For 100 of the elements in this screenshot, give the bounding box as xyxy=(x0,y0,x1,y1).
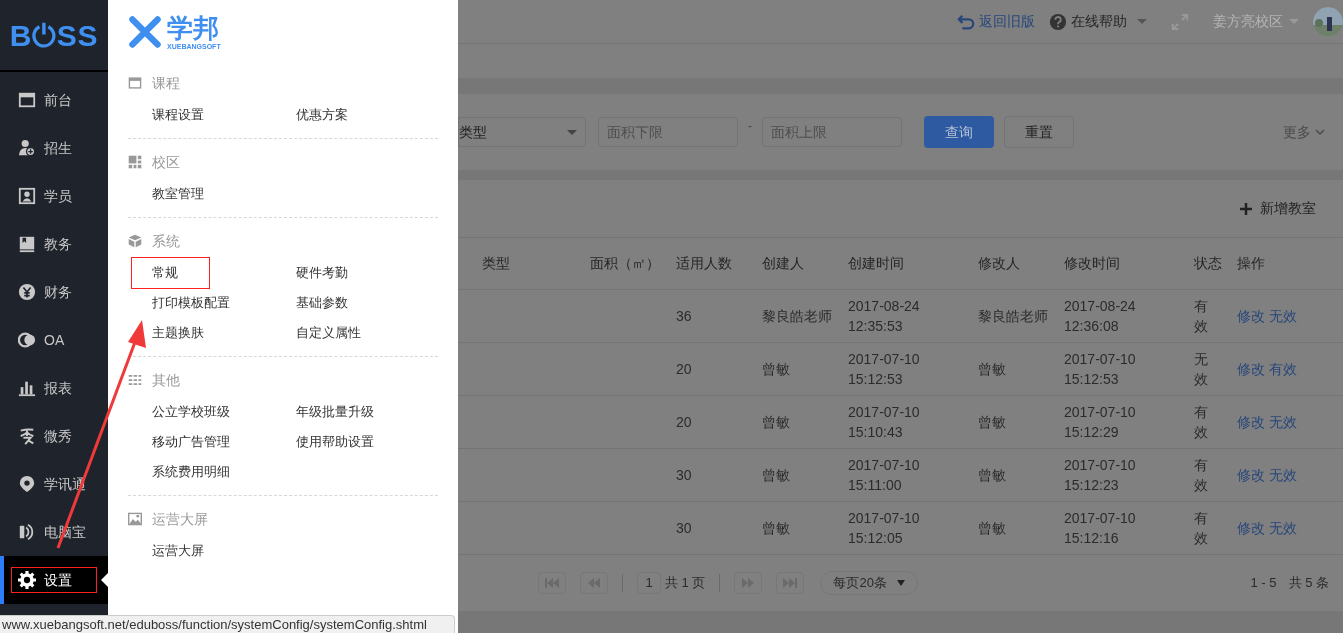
column-header: 创建人 xyxy=(762,254,805,273)
column-header: 创建时间 xyxy=(848,254,905,273)
help-icon xyxy=(1049,12,1067,31)
record-range: 1 - 5 xyxy=(1250,574,1277,593)
menu-link[interactable]: 优惠方案 xyxy=(296,100,440,130)
menu-link[interactable]: 年级批量升级 xyxy=(296,397,440,427)
menu-link[interactable]: 主题换肤 xyxy=(152,318,296,348)
table-cell-text: 曾敏 xyxy=(978,519,1007,538)
section-title: 其他 xyxy=(152,370,180,390)
speaker-icon xyxy=(18,523,36,541)
page-count: 共 1 页 xyxy=(665,574,706,593)
table-cell-text: 黎良皓老师 xyxy=(978,307,1049,326)
sidebar-item[interactable]: 财务 xyxy=(0,268,108,316)
table-cell-text: 2017-07-10 15:12:53 xyxy=(848,350,921,389)
section-title: 运营大屏 xyxy=(152,509,208,529)
table-cell-text: 2017-07-10 15:12:53 xyxy=(1064,350,1137,389)
column-header: 面积（㎡） xyxy=(590,254,661,273)
column-header: 状态 xyxy=(1194,254,1223,273)
menu-link[interactable]: 打印模板配置 xyxy=(152,288,296,318)
settings-icon xyxy=(18,571,36,589)
calendar-icon xyxy=(128,76,142,90)
column-header: 修改时间 xyxy=(1064,254,1121,273)
menu-link[interactable]: 基础参数 xyxy=(296,288,440,318)
yen-icon xyxy=(18,283,36,301)
range-dash: - xyxy=(748,118,752,135)
table-cell-text: 20 xyxy=(676,413,693,432)
caret-icon xyxy=(567,129,577,135)
sliders-icon xyxy=(128,373,142,387)
calendar-icon xyxy=(18,91,36,109)
table-cell-text: 2017-07-10 15:12:29 xyxy=(1064,403,1137,442)
column-header: 适用人数 xyxy=(676,254,733,273)
sidebar-item[interactable]: 微秀 xyxy=(0,412,108,460)
table-cell-text: 36 xyxy=(676,307,693,326)
table-cell-text: 30 xyxy=(676,519,693,538)
person-add-icon xyxy=(18,139,36,157)
table-cell-text: 有效 xyxy=(1194,403,1209,442)
book-icon xyxy=(18,235,36,253)
sidebar-item[interactable]: 招生 xyxy=(0,124,108,172)
reset-button[interactable]: 重置 xyxy=(1004,116,1074,148)
sidebar-item[interactable]: 教务 xyxy=(0,220,108,268)
table-cell-text: 曾敏 xyxy=(762,519,791,538)
type-select[interactable]: 类型 xyxy=(458,117,586,147)
location-pin-icon xyxy=(18,475,36,493)
menu-link[interactable]: 移动广告管理 xyxy=(152,427,296,457)
table-cell-text: 无效 xyxy=(1194,350,1209,389)
menu-link[interactable]: 运营大屏 xyxy=(152,536,296,566)
undo-icon xyxy=(957,12,975,31)
table-cell-text: 有效 xyxy=(1194,509,1209,548)
sidebar-item[interactable]: 报表 xyxy=(0,364,108,412)
search-button[interactable]: 查询 xyxy=(924,116,994,148)
x-logo-icon xyxy=(127,14,163,50)
menu-link[interactable]: 使用帮助设置 xyxy=(296,427,440,457)
fullscreen-icon[interactable] xyxy=(1171,12,1189,31)
sidebar-item[interactable]: OA xyxy=(0,316,108,364)
table-cell-text: 2017-07-10 15:10:43 xyxy=(848,403,921,442)
table-cell-text: 黎良皓老师 xyxy=(762,307,833,326)
sidebar-item[interactable]: 学员 xyxy=(0,172,108,220)
image-icon xyxy=(128,512,142,526)
help-menu[interactable]: 在线帮助 xyxy=(1049,11,1147,32)
grid-icon xyxy=(128,155,142,169)
table-cell-text: 曾敏 xyxy=(978,360,1007,379)
table-cell-text: 2017-07-10 15:12:23 xyxy=(1064,456,1137,495)
menu-link[interactable]: 自定义属性 xyxy=(296,318,440,348)
chevron-down-icon xyxy=(1315,127,1325,137)
table-cell-text: 2017-08-24 12:35:53 xyxy=(848,297,921,336)
section-title: 系统 xyxy=(152,231,180,251)
page-number-field[interactable]: 1 xyxy=(637,572,661,594)
cube-icon xyxy=(128,234,142,248)
table-cell-text: 2017-08-24 12:36:08 xyxy=(1064,297,1137,336)
add-classroom-button[interactable]: 新增教室 xyxy=(1240,198,1316,219)
table-cell-text: 20 xyxy=(676,360,693,379)
menu-link[interactable]: 系统费用明细 xyxy=(152,457,296,487)
sidebar-item[interactable]: 前台 xyxy=(0,76,108,124)
section-title: 课程 xyxy=(152,73,180,93)
caret-icon xyxy=(1289,19,1299,24)
table-cell-text: 曾敏 xyxy=(762,413,791,432)
caret-icon xyxy=(1137,19,1147,24)
menu-link[interactable]: 教室管理 xyxy=(152,179,296,209)
menu-link[interactable]: 课程设置 xyxy=(152,100,296,130)
table-cell-text: 2017-07-10 15:12:05 xyxy=(848,509,921,548)
brand-name: 学邦 xyxy=(167,14,220,41)
menu-link[interactable]: 硬件考勤 xyxy=(296,258,440,288)
table-cell-text: 曾敏 xyxy=(762,466,791,485)
table-cell-text: 30 xyxy=(676,466,693,485)
menu-link[interactable]: 常规 xyxy=(132,258,209,288)
column-header: 类型 xyxy=(482,254,511,273)
menu-link[interactable]: 公立学校班级 xyxy=(152,397,296,427)
column-header: 修改人 xyxy=(978,254,1021,273)
glyph-icon xyxy=(18,427,36,445)
plus-icon xyxy=(1240,202,1252,215)
section-title: 校区 xyxy=(152,152,180,172)
caret-icon xyxy=(897,580,906,586)
table-cell-text: 有效 xyxy=(1194,297,1209,336)
id-card-icon xyxy=(18,187,36,205)
status-bar-url: www.xuebangsoft.net/eduboss/function/systemConfig/systemConfig.shtml xyxy=(0,615,455,633)
table-cell-text: 2017-07-10 15:11:00 xyxy=(848,456,921,495)
chat-icon xyxy=(18,331,36,349)
table-cell-text: 曾敏 xyxy=(762,360,791,379)
sidebar-item[interactable]: 设置 xyxy=(0,556,108,604)
record-total: 共 5 条 xyxy=(1288,574,1329,593)
